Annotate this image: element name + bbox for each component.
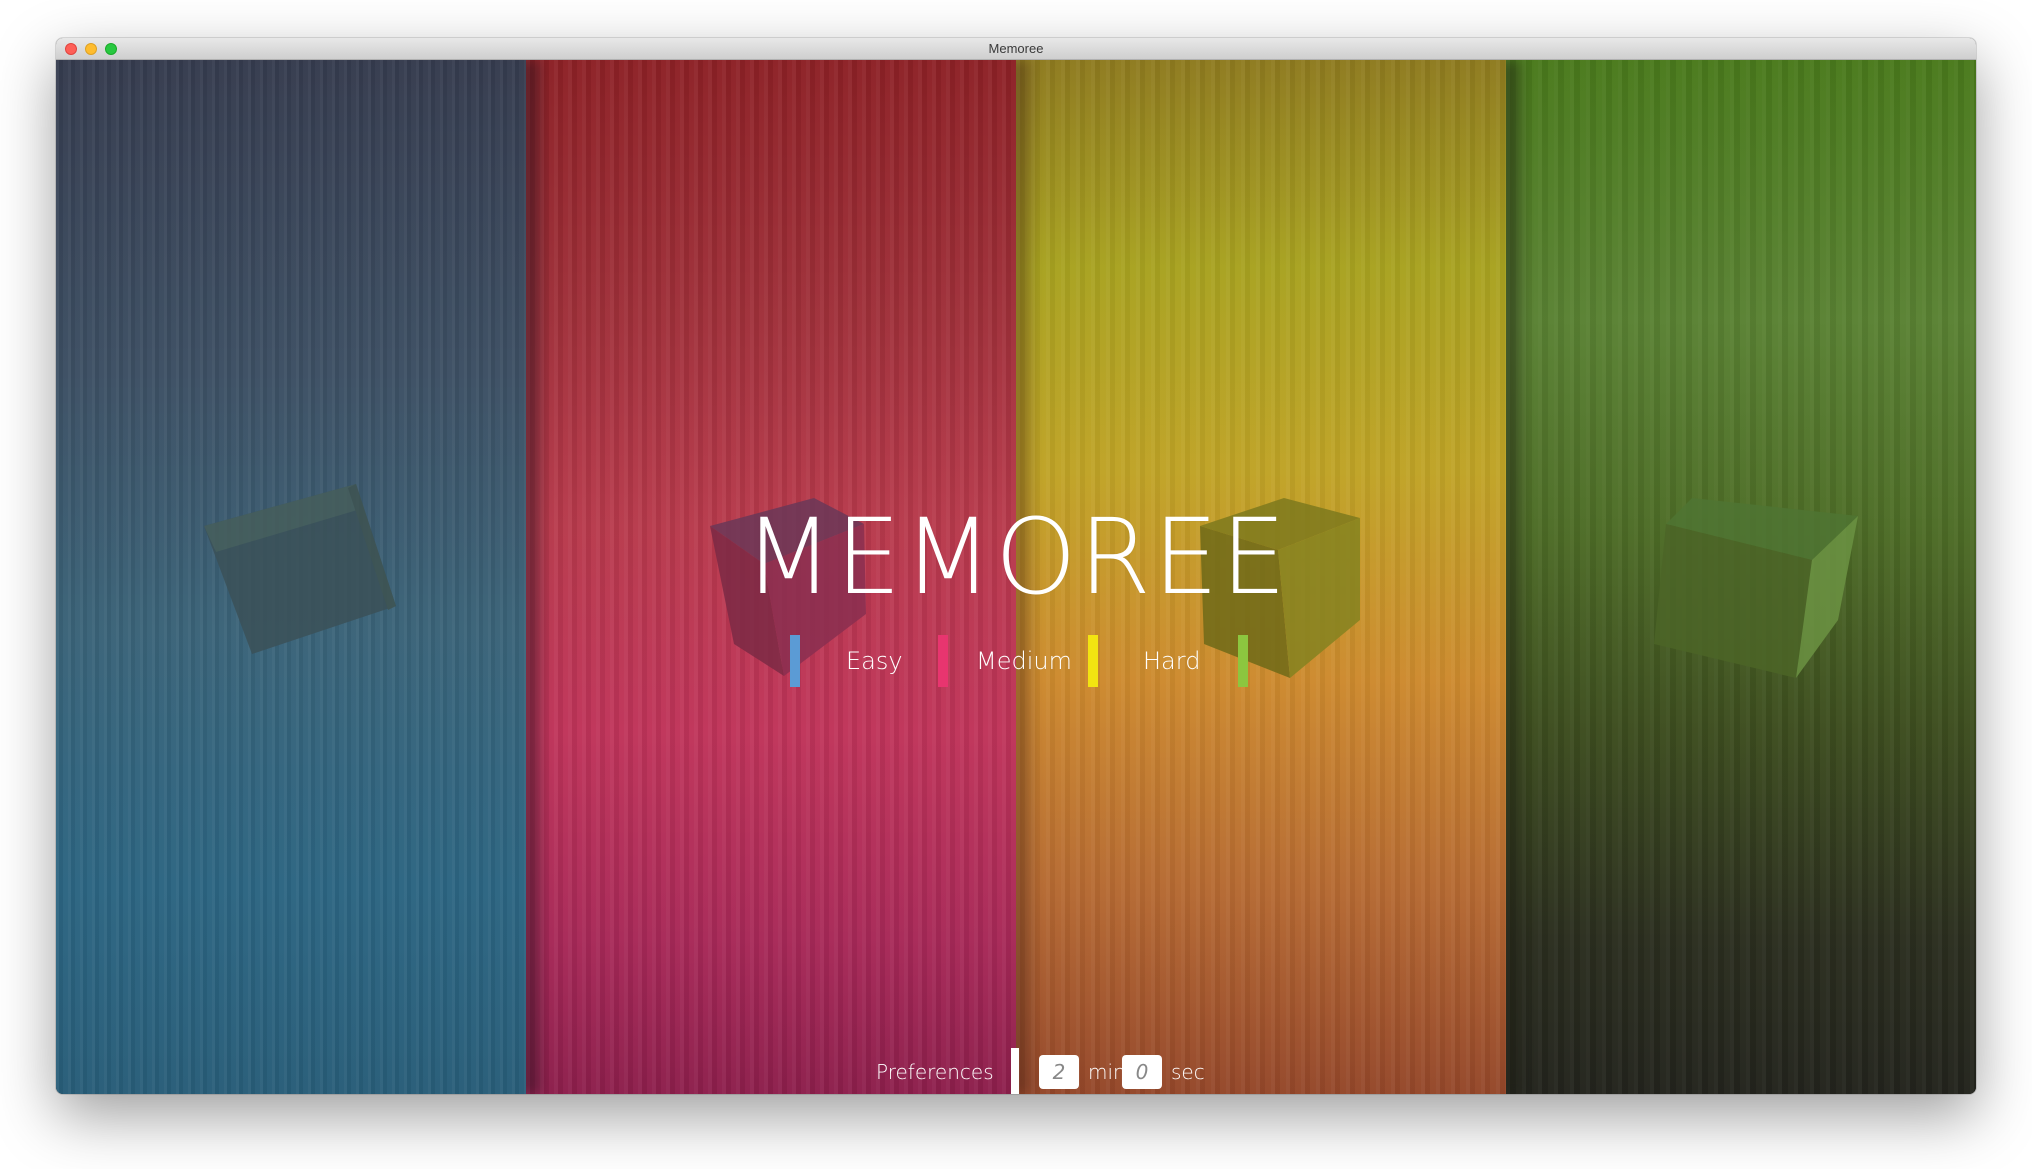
seconds-unit-label: sec xyxy=(1171,1060,1205,1084)
yellow-accent-bar xyxy=(1088,635,1098,687)
preferences-button[interactable]: Preferences xyxy=(876,1060,994,1084)
minutes-unit-label: min xyxy=(1088,1060,1126,1084)
medium-button[interactable]: Medium xyxy=(976,647,1072,675)
game-menu: MEMOREE Easy Medium Hard Preferences 2 m… xyxy=(56,60,1976,1094)
green-accent-bar xyxy=(1238,635,1248,687)
minutes-input[interactable]: 2 xyxy=(1039,1055,1079,1089)
hard-button[interactable]: Hard xyxy=(1143,647,1200,675)
difficulty-selector: Easy Medium Hard xyxy=(56,635,1976,691)
preferences-bar: Preferences 2 min 0 sec xyxy=(56,1048,1976,1094)
easy-button[interactable]: Easy xyxy=(846,647,903,675)
window-title: Memoree xyxy=(988,41,1044,56)
preferences-divider xyxy=(1011,1048,1019,1094)
blue-accent-bar xyxy=(790,635,800,687)
seconds-input[interactable]: 0 xyxy=(1122,1055,1162,1089)
title-bar: Memoree xyxy=(56,38,1976,60)
red-accent-bar xyxy=(938,635,948,687)
app-window: Memoree MEMOREE Easy Medium Hard Prefere… xyxy=(56,38,1976,1094)
app-title: MEMOREE xyxy=(743,496,1289,618)
